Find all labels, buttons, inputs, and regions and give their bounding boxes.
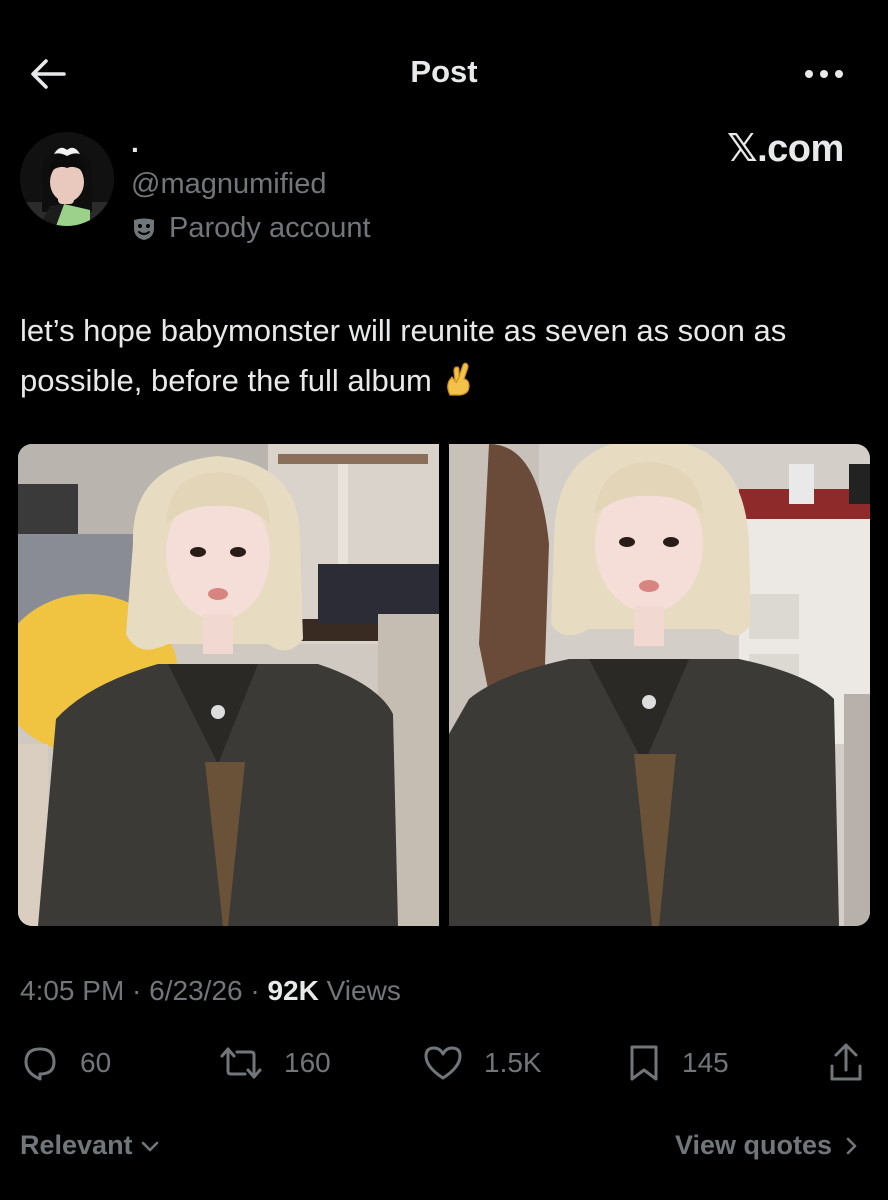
view-quotes-label: View quotes: [674, 1130, 832, 1160]
avatar-image: [20, 132, 114, 226]
share-icon: [830, 1043, 862, 1081]
reply-button[interactable]: 60: [20, 1040, 111, 1086]
photo-1-image: [18, 444, 439, 926]
display-name[interactable]: ·: [131, 134, 140, 166]
avatar[interactable]: [20, 132, 114, 226]
action-bar: 60 160 1.5K 145: [0, 1040, 888, 1090]
chevron-right-icon: [846, 1137, 857, 1154]
reply-icon: [24, 1047, 56, 1081]
views-label: Views: [318, 975, 401, 1006]
bookmark-button[interactable]: 145: [626, 1040, 729, 1086]
tweet-body: let’s hope babymonster will reunite as s…: [20, 313, 787, 398]
crossed-fingers-emoji: [446, 362, 470, 396]
meta-separator: ·: [124, 975, 150, 1006]
views-count[interactable]: 92K: [267, 975, 318, 1006]
theater-mask-icon: [134, 218, 154, 240]
x-com-watermark: 𝕏.com: [727, 128, 844, 170]
sort-replies-button[interactable]: Relevant: [20, 1130, 161, 1161]
reply-count: 60: [80, 1047, 112, 1078]
meta-separator: ·: [242, 975, 268, 1006]
like-count: 1.5K: [484, 1047, 542, 1078]
bookmark-icon: [630, 1045, 658, 1081]
page-title: Post: [410, 54, 478, 89]
media-photo-1[interactable]: [18, 444, 439, 926]
parody-label: Parody account: [131, 212, 371, 245]
post-time: 4:05 PM: [20, 975, 125, 1006]
top-bar: Post: [0, 40, 888, 110]
post-date: 6/23/26: [149, 975, 243, 1006]
post-metadata: 4:05 PM · 6/23/26 · 92K Views: [20, 975, 401, 1007]
user-handle[interactable]: @magnumified: [131, 168, 326, 201]
share-button[interactable]: [826, 1040, 886, 1086]
tweet-text: let’s hope babymonster will reunite as s…: [20, 306, 850, 406]
more-horizontal-icon: [805, 70, 843, 78]
repost-count: 160: [284, 1047, 331, 1078]
media-grid: [18, 444, 870, 926]
view-quotes-link[interactable]: View quotes: [675, 1130, 862, 1161]
sort-label: Relevant: [20, 1130, 133, 1160]
media-photo-2[interactable]: [449, 444, 870, 926]
parody-label-text: Parody account: [169, 212, 371, 244]
more-options-button[interactable]: [800, 62, 848, 86]
repost-icon: [220, 1047, 262, 1079]
photo-2-image: [449, 444, 870, 926]
bookmark-count: 145: [682, 1047, 729, 1078]
repost-button[interactable]: 160: [218, 1040, 331, 1086]
like-button[interactable]: 1.5K: [422, 1040, 542, 1086]
chevron-down-icon: [141, 1141, 158, 1151]
heart-icon: [424, 1046, 462, 1080]
